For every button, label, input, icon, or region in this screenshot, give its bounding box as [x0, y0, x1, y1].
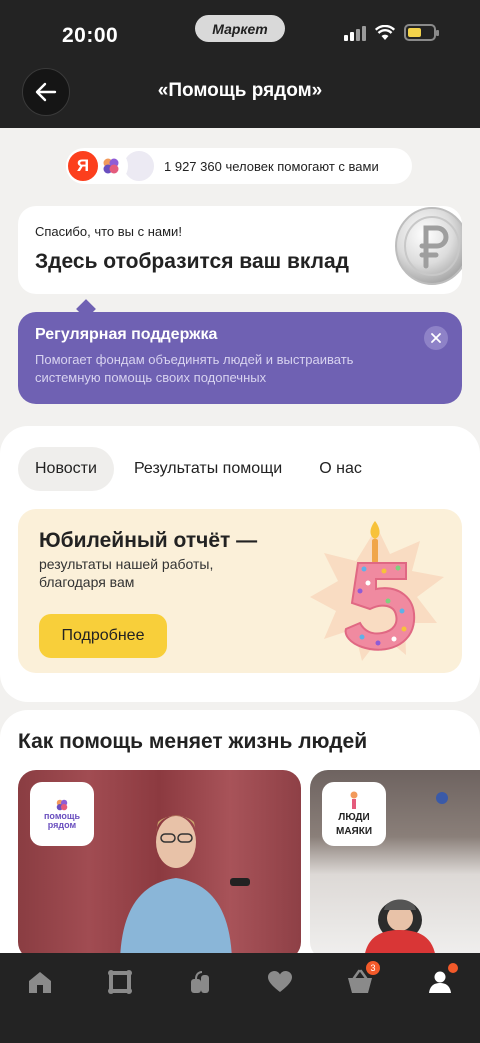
- profile-notification-dot: [448, 963, 458, 973]
- close-icon: [431, 333, 441, 343]
- promo-title: Юбилейный отчёт —: [39, 529, 258, 552]
- tooltip-description: Помогает фондам объединять людей и выстр…: [35, 352, 354, 385]
- catalog-icon: [108, 970, 132, 994]
- yandex-avatar: Я: [66, 149, 100, 183]
- stories-title: Как помощь меняет жизнь людей: [18, 730, 368, 753]
- help-logo-icon: [103, 158, 119, 174]
- story-card[interactable]: ЛЮДИ МАЯКИ: [310, 770, 480, 960]
- tab-news[interactable]: Новости: [18, 447, 114, 491]
- tooltip-title: Регулярная поддержка: [35, 326, 218, 343]
- yandex-letter: Я: [76, 156, 90, 175]
- regular-support-tooltip: Регулярная поддержка Помогает фондам объ…: [18, 312, 462, 404]
- nav-profile[interactable]: [422, 963, 458, 997]
- nav-products[interactable]: [182, 967, 218, 997]
- market-pill[interactable]: Маркет: [195, 15, 285, 42]
- top-bar: 20:00 Маркет «Помощь рядом»: [0, 0, 480, 128]
- bottom-nav: 3: [0, 953, 480, 1043]
- contribution-card[interactable]: Спасибо, что вы с нами! Здесь отобразитс…: [18, 206, 462, 294]
- anniversary-report-card[interactable]: Юбилейный отчёт — результаты нашей работ…: [18, 509, 462, 673]
- status-time: 20:00: [62, 24, 119, 47]
- status-bar: 20:00 Маркет: [0, 0, 480, 62]
- nav-favorites[interactable]: [262, 967, 298, 997]
- person-photo: [120, 815, 250, 960]
- ruble-coin-icon: [395, 207, 462, 285]
- wifi-icon: [375, 24, 395, 40]
- helpers-count: 1 927 360 человек помогают с вами: [164, 158, 379, 174]
- tab-bar: Новости Результаты помощи О нас: [18, 447, 379, 491]
- story-card[interactable]: помощь рядом: [18, 770, 301, 960]
- tab-about[interactable]: О нас: [302, 447, 379, 491]
- content-panel: Новости Результаты помощи О нас Юбилейны…: [0, 426, 480, 702]
- avatar-group: Я: [66, 148, 162, 184]
- home-icon: [29, 972, 51, 993]
- cart-count-badge: 3: [366, 961, 380, 975]
- nav-home[interactable]: [22, 967, 58, 997]
- helpers-counter[interactable]: Я 1 927 360 человек помогают с вами: [66, 148, 412, 184]
- stories-section: Как помощь меняет жизнь людей помощь ряд…: [0, 710, 480, 970]
- page-title: «Помощь рядом»: [157, 80, 323, 101]
- system-icons: [344, 24, 439, 41]
- profile-icon: [429, 971, 451, 993]
- promo-description: результаты нашей работы, благодаря вам: [39, 556, 214, 590]
- products-icon: [191, 971, 209, 993]
- tab-results[interactable]: Результаты помощи: [117, 447, 299, 491]
- nav-catalog[interactable]: [102, 967, 138, 997]
- tooltip-close-button[interactable]: [424, 326, 448, 350]
- heart-icon: [268, 971, 292, 992]
- nav-cart[interactable]: 3: [342, 961, 380, 997]
- person-photo: [364, 792, 448, 960]
- contribution-title: Здесь отобразится ваш вклад: [35, 250, 349, 273]
- battery-icon: [404, 24, 439, 41]
- signal-icon: [344, 25, 366, 41]
- birthday-candle-five-icon: [310, 521, 444, 661]
- contribution-subtitle: Спасибо, что вы с нами!: [35, 224, 182, 239]
- details-button[interactable]: Подробнее: [39, 614, 167, 658]
